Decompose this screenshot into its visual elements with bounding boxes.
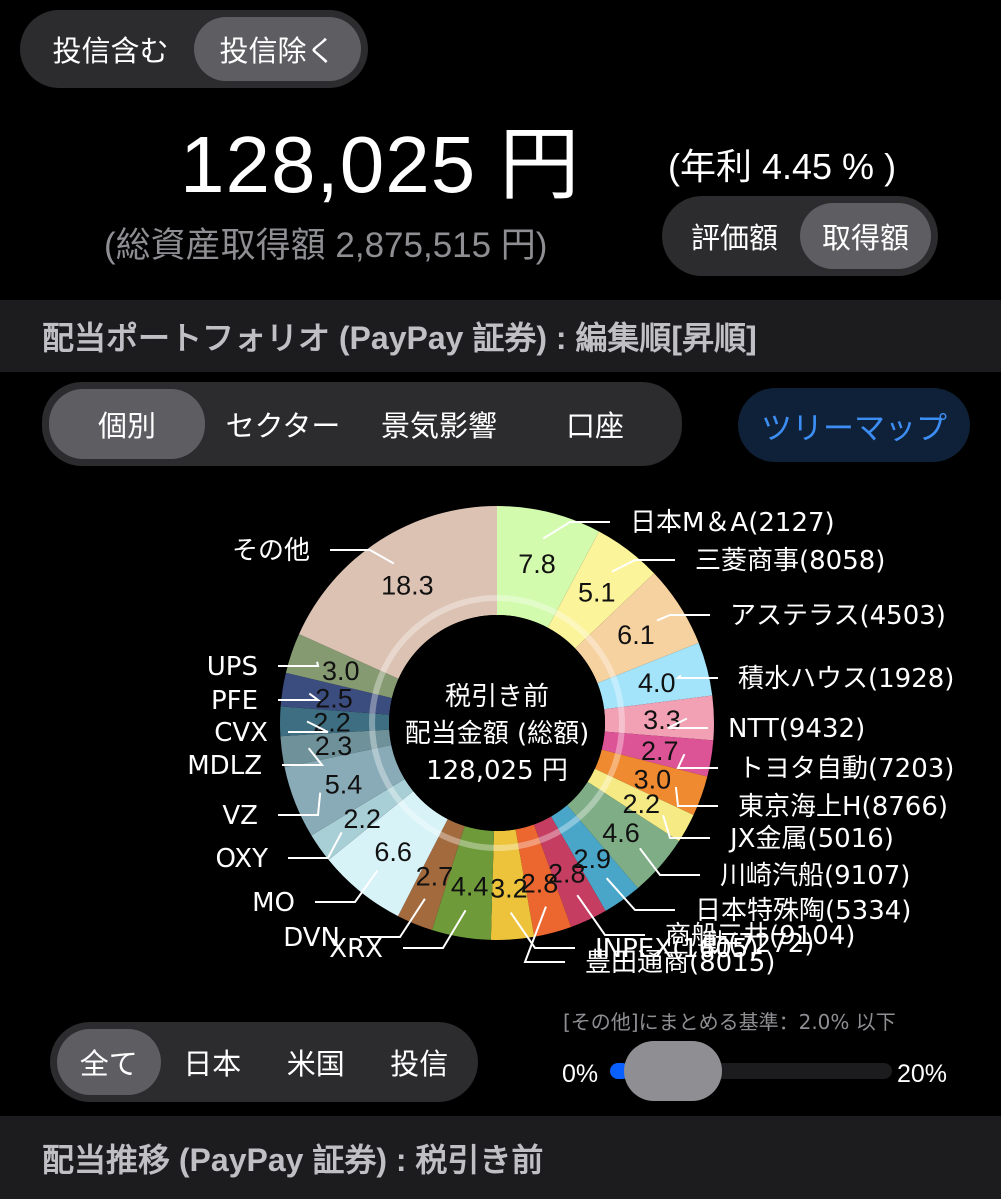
slice-name-label: MO	[252, 888, 295, 918]
dividend-donut-chart[interactable]: 7.8 日本M＆A(2127) 5.1 三菱商事(8058) 6.1 アステラス(4503…	[0, 470, 1001, 990]
slice-value-label: 3.3	[643, 705, 681, 735]
slice-value-label: 5.4	[325, 769, 363, 799]
slice-name-label: UPS	[207, 652, 258, 682]
slice-value-label: 3.2	[490, 874, 528, 904]
slice-name-label: VZ	[222, 801, 258, 831]
filter-all[interactable]: 全て	[57, 1029, 161, 1095]
portfolio-section-header[interactable]: 配当ポートフォリオ (PayPay 証券) : 編集順[昇順]	[0, 300, 1001, 372]
slice-name-label: PFE	[211, 686, 258, 716]
slice-name-label: トヨタ自動(7203)	[738, 754, 954, 784]
total-acquisition-cost: (総資産取得額 2,875,515 円)	[104, 226, 548, 265]
slice-value-label: 3.0	[322, 656, 360, 686]
filter-us[interactable]: 米国	[264, 1029, 368, 1095]
filter-japan[interactable]: 日本	[161, 1029, 265, 1095]
center-label-line2: 配当金額 (総額)	[405, 719, 590, 749]
acquisition-cost-option[interactable]: 取得額	[800, 203, 931, 269]
slice-name-label: 東京海上H(8766)	[738, 792, 948, 822]
slice-name-label: 日本M＆A(2127)	[630, 508, 835, 538]
slice-value-label: 18.3	[381, 570, 434, 600]
center-label-line3: 128,025 円	[426, 756, 568, 786]
slice-name-label: 三菱商事(8058)	[695, 546, 885, 576]
dividend-trend-section-header[interactable]: 配当推移 (PayPay 証券) : 税引き前	[0, 1116, 1001, 1199]
slice-name-label: その他	[232, 536, 310, 566]
slice-value-label: 7.8	[518, 549, 556, 579]
exclude-funds-option[interactable]: 投信除く	[194, 17, 361, 81]
valuation-basis-toggle: 評価額 取得額	[662, 196, 938, 276]
region-filter-toggle: 全て 日本 米国 投信	[50, 1022, 478, 1102]
slice-name-label: MDLZ	[187, 751, 262, 781]
slider-min-label: 0%	[562, 1060, 599, 1088]
include-funds-option[interactable]: 投信含む	[27, 17, 194, 81]
slice-name-label: CVX	[214, 718, 268, 748]
slice-name-label: OXY	[216, 844, 269, 874]
tab-account[interactable]: 口座	[517, 389, 673, 459]
slice-value-label: 2.7	[416, 862, 454, 892]
dividend-total-amount: 128,025 円	[180, 120, 581, 209]
view-mode-toggle: 個別 セクター 景気影響 口座	[42, 382, 682, 466]
slice-value-label: 4.0	[638, 668, 676, 698]
fund-inclusion-toggle: 投信含む 投信除く	[20, 10, 368, 88]
tab-economy-impact[interactable]: 景気影響	[361, 389, 517, 459]
slice-name-label: 積水ハウス(1928)	[738, 664, 954, 694]
slice-value-label: 2.2	[622, 789, 660, 819]
slider-max-label: 20%	[897, 1060, 948, 1088]
slice-value-label: 2.2	[343, 804, 381, 834]
slice-name-label: NTT(9432)	[728, 714, 865, 744]
tab-individual[interactable]: 個別	[49, 389, 205, 459]
center-label-line1: 税引き前	[445, 682, 549, 712]
slice-name-label: アステラス(4503)	[730, 601, 946, 631]
slice-value-label: 6.1	[617, 620, 655, 650]
slice-name-label: 川崎汽船(9107)	[720, 861, 910, 891]
slice-name-label: JX金属(5016)	[728, 824, 894, 854]
slice-value-label: 2.7	[641, 736, 679, 766]
tab-sector[interactable]: セクター	[205, 389, 361, 459]
other-threshold-label: [その他]にまとめる基準：2.0% 以下	[563, 1010, 896, 1034]
threshold-slider-thumb[interactable]	[624, 1041, 722, 1101]
slice-name-label: DVN	[283, 923, 340, 953]
overlapping-slice-name-label: 動(7272)	[702, 929, 814, 959]
slice-value-label: 6.6	[374, 837, 412, 867]
treemap-button[interactable]: ツリーマップ	[738, 388, 970, 462]
slice-value-label: 5.1	[578, 578, 616, 608]
filter-funds[interactable]: 投信	[368, 1029, 472, 1095]
annual-yield: (年利 4.45 % )	[668, 146, 897, 187]
market-value-option[interactable]: 評価額	[669, 203, 800, 269]
slice-value-label: 2.5	[315, 683, 353, 713]
slice-value-label: 4.4	[451, 872, 489, 902]
